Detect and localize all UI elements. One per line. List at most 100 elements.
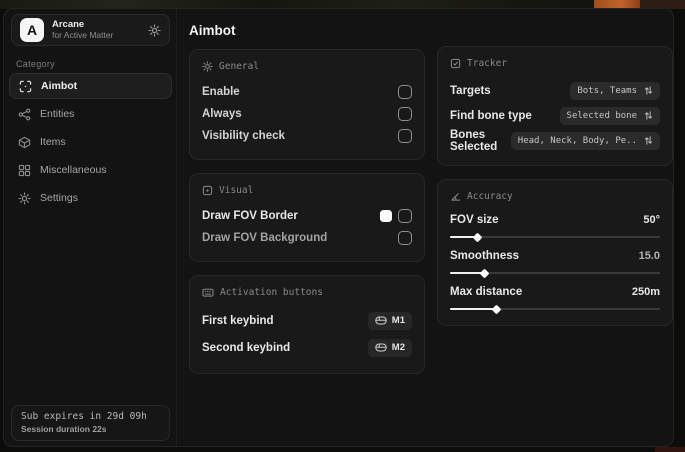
brand-text: Arcane for Active Matter bbox=[52, 18, 140, 41]
mouse-icon bbox=[375, 316, 387, 325]
fov-border-color-swatch[interactable] bbox=[380, 210, 392, 222]
sidebar-item-entities[interactable]: Entities bbox=[9, 101, 172, 127]
cube-icon bbox=[18, 136, 31, 149]
sub-expiry-text: Sub expires in 29d 09h bbox=[21, 411, 147, 422]
sidebar-item-aimbot[interactable]: Aimbot bbox=[9, 73, 172, 99]
general-card-header: General bbox=[202, 61, 412, 72]
bones-selected-dropdown[interactable]: Head, Neck, Body, Pe.. bbox=[510, 131, 660, 150]
setting-label: Visibility check bbox=[202, 130, 285, 142]
main-content: Aimbot General Enable Always Visibility … bbox=[178, 9, 673, 446]
sidebar-item-label: Entities bbox=[40, 108, 75, 120]
setting-row-targets: Targets Bots, Teams bbox=[450, 78, 660, 103]
setting-row-enable: Enable bbox=[202, 81, 412, 103]
visual-card-header: Visual bbox=[202, 185, 412, 196]
angle-icon bbox=[450, 191, 461, 202]
setting-row-second-keybind: Second keybind M2 bbox=[202, 334, 412, 361]
dropdown-value: Selected bone bbox=[566, 110, 637, 121]
aimbot-crosshair-icon bbox=[19, 80, 32, 93]
fov-size-slider-group: FOV size 50° bbox=[450, 211, 660, 242]
visual-card: Visual Draw FOV Border Draw FOV Backgrou… bbox=[189, 173, 425, 262]
keybind-value: M1 bbox=[391, 315, 405, 326]
find-bone-type-dropdown[interactable]: Selected bone bbox=[559, 106, 660, 125]
fov-border-checkbox[interactable] bbox=[398, 209, 412, 223]
cheat-menu-window: A Arcane for Active Matter Category Aimb… bbox=[3, 8, 674, 447]
setting-row-find-bone-type: Find bone type Selected bone bbox=[450, 103, 660, 128]
activation-card-header: Activation buttons bbox=[202, 287, 412, 298]
slider-fill bbox=[450, 308, 497, 310]
slider-thumb[interactable] bbox=[479, 268, 490, 278]
slider-thumb[interactable] bbox=[491, 304, 502, 314]
dropdown-value: Bots, Teams bbox=[577, 85, 637, 96]
slider-value: 250m bbox=[631, 286, 660, 298]
setting-label: Smoothness bbox=[450, 250, 520, 262]
mouse-icon bbox=[375, 343, 387, 352]
card-title: Tracker bbox=[467, 58, 508, 69]
setting-label: Always bbox=[202, 108, 242, 120]
setting-label: Draw FOV Border bbox=[202, 210, 298, 222]
setting-label: Second keybind bbox=[202, 341, 291, 354]
setting-label: First keybind bbox=[202, 314, 274, 327]
brand-name: Arcane bbox=[52, 18, 85, 30]
entities-icon bbox=[18, 108, 31, 121]
category-nav: Aimbot Entities Items Miscellaneous Sett… bbox=[9, 73, 172, 213]
setting-label: Max distance bbox=[450, 286, 523, 298]
card-title: General bbox=[219, 61, 260, 72]
session-duration-text: Session duration 22s bbox=[21, 424, 107, 434]
tracker-card: Tracker Targets Bots, Teams Find bone ty… bbox=[437, 46, 673, 166]
setting-row-fov-background: Draw FOV Background bbox=[202, 227, 412, 249]
visual-frame-icon bbox=[202, 185, 213, 196]
grid-icon bbox=[18, 164, 31, 177]
visibility-check-checkbox[interactable] bbox=[398, 129, 412, 143]
setting-row-fov-border: Draw FOV Border bbox=[202, 205, 412, 227]
fov-background-checkbox[interactable] bbox=[398, 231, 412, 245]
setting-label: Draw FOV Background bbox=[202, 232, 328, 244]
slider-fill bbox=[450, 272, 484, 274]
max-distance-slider[interactable] bbox=[450, 304, 660, 314]
right-column: Tracker Targets Bots, Teams Find bone ty… bbox=[437, 46, 673, 339]
brand-logo: A bbox=[20, 18, 44, 42]
fov-size-slider[interactable] bbox=[450, 232, 660, 242]
sidebar-item-label: Aimbot bbox=[41, 80, 78, 92]
slider-value: 50° bbox=[643, 214, 660, 226]
sidebar-item-settings[interactable]: Settings bbox=[9, 185, 172, 211]
setting-label: Bones Selected bbox=[450, 128, 498, 153]
setting-label: FOV size bbox=[450, 214, 499, 226]
smoothness-slider[interactable] bbox=[450, 268, 660, 278]
second-keybind-button[interactable]: M2 bbox=[367, 338, 412, 357]
slider-value: 15.0 bbox=[638, 250, 660, 262]
slider-thumb[interactable] bbox=[472, 232, 483, 242]
first-keybind-button[interactable]: M1 bbox=[367, 311, 412, 330]
activation-buttons-card: Activation buttons First keybind M1 Seco… bbox=[189, 275, 425, 374]
general-card: General Enable Always Visibility check bbox=[189, 49, 425, 160]
always-checkbox[interactable] bbox=[398, 107, 412, 121]
card-title: Accuracy bbox=[467, 191, 513, 202]
setting-label: Enable bbox=[202, 86, 240, 98]
settings-gear-icon[interactable] bbox=[148, 23, 161, 37]
sidebar-item-miscellaneous[interactable]: Miscellaneous bbox=[9, 157, 172, 183]
page-title: Aimbot bbox=[189, 23, 236, 38]
gear-icon bbox=[18, 191, 31, 205]
brand-card: A Arcane for Active Matter bbox=[11, 14, 170, 46]
dropdown-value: Head, Neck, Body, Pe.. bbox=[517, 135, 637, 146]
card-title: Activation buttons bbox=[220, 287, 323, 298]
smoothness-slider-group: Smoothness 15.0 bbox=[450, 247, 660, 278]
max-distance-slider-group: Max distance 250m bbox=[450, 283, 660, 314]
tracker-card-header: Tracker bbox=[450, 58, 660, 69]
category-label: Category bbox=[16, 59, 55, 69]
sidebar-item-label: Items bbox=[40, 136, 66, 148]
keyboard-icon bbox=[202, 287, 214, 298]
enable-checkbox[interactable] bbox=[398, 85, 412, 99]
subscription-info-card: Sub expires in 29d 09h Session duration … bbox=[11, 405, 170, 441]
setting-row-bones-selected: Bones Selected Head, Neck, Body, Pe.. bbox=[450, 128, 660, 153]
sidebar-item-items[interactable]: Items bbox=[9, 129, 172, 155]
game-backdrop-smudge bbox=[655, 447, 685, 452]
unfold-arrows-icon bbox=[644, 85, 653, 96]
sidebar-item-label: Settings bbox=[40, 192, 78, 204]
setting-label: Find bone type bbox=[450, 109, 532, 122]
general-sun-icon bbox=[202, 61, 213, 72]
accuracy-card-header: Accuracy bbox=[450, 191, 660, 202]
brand-subtitle: for Active Matter bbox=[52, 29, 114, 40]
setting-row-first-keybind: First keybind M1 bbox=[202, 307, 412, 334]
keybind-value: M2 bbox=[391, 342, 405, 353]
targets-dropdown[interactable]: Bots, Teams bbox=[570, 81, 660, 100]
